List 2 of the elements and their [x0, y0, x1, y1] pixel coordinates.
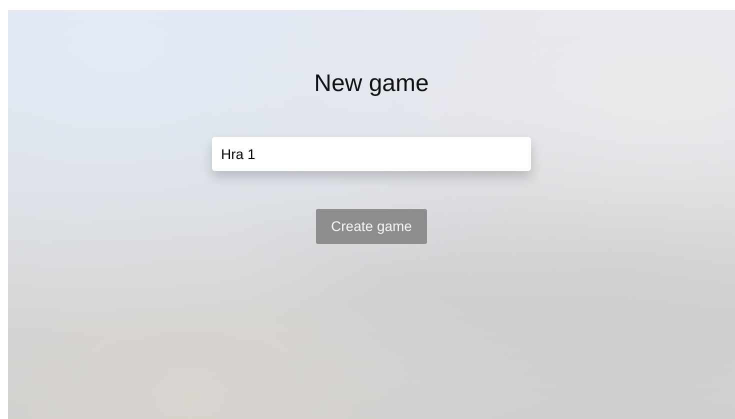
page-title: New game	[314, 70, 429, 99]
game-name-field[interactable]: Hra 1	[212, 136, 531, 171]
